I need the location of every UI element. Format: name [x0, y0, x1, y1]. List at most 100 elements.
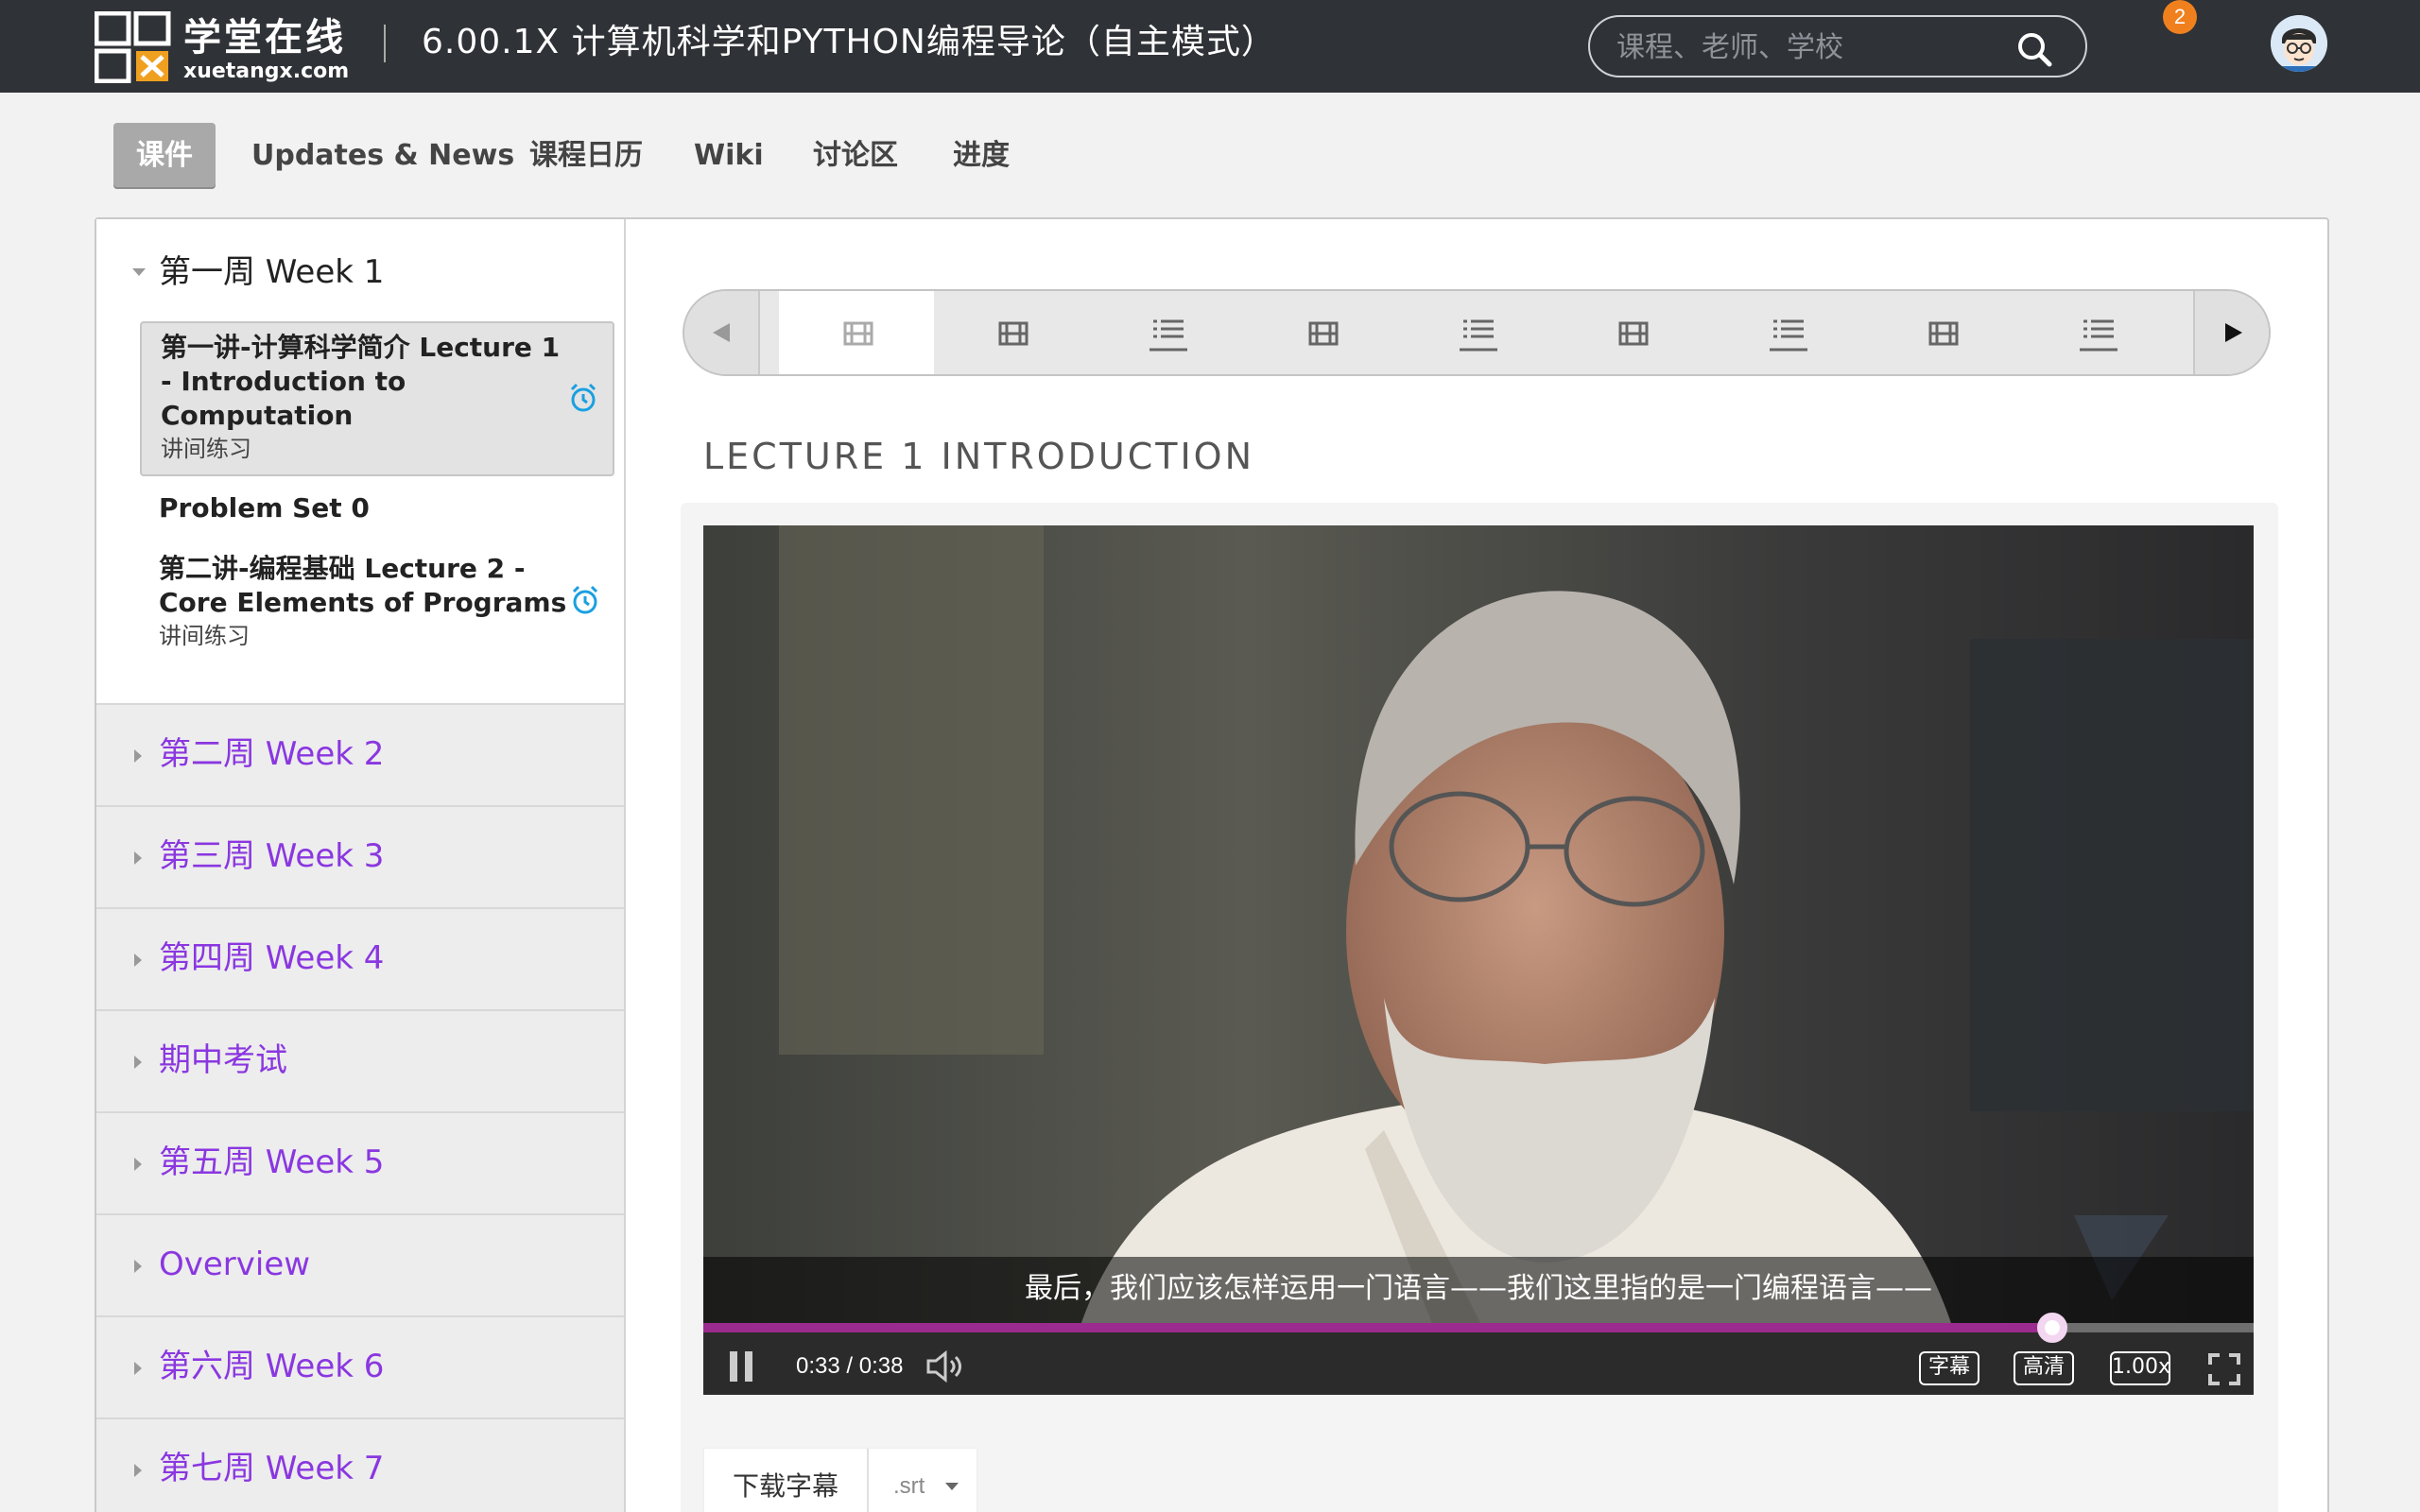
tab-course-calendar[interactable]: 课程日历 — [529, 123, 643, 189]
list-icon — [2080, 319, 2118, 352]
user-avatar[interactable] — [2271, 15, 2327, 72]
video-container: 最后，我们应该怎样运用一门语言——我们这里指的是一门编程语言—— 0:33 / … — [681, 503, 2278, 1512]
course-frame: 第一周 Week 1 第一讲-计算科学简介 Lecture 1 - Introd… — [95, 217, 2329, 1512]
sequence-unit-tab[interactable] — [779, 291, 934, 374]
sequence-unit-tab[interactable] — [1399, 291, 1554, 374]
week-item[interactable]: 第五周 Week 5 — [96, 1111, 624, 1213]
video-controls: 0:33 / 0:38 字幕 高清 1.00x — [703, 1313, 2254, 1395]
header-divider — [384, 25, 386, 62]
sequence-unit-tab[interactable] — [934, 291, 1089, 374]
sequence-unit-tab[interactable] — [1709, 291, 1864, 374]
week-item[interactable]: 第三周 Week 3 — [96, 805, 624, 907]
previous-unit-button[interactable] — [684, 291, 760, 374]
tab-wiki[interactable]: Wiki — [694, 123, 764, 189]
notification-bell-icon[interactable] — [2161, 28, 2199, 66]
week-item[interactable]: 第四周 Week 4 — [96, 907, 624, 1009]
week-label: 第三周 Week 3 — [159, 837, 385, 875]
week-label: 第四周 Week 4 — [159, 939, 385, 977]
lesson-title-line: 第二讲-编程基础 Lecture 2 - — [159, 553, 526, 584]
video-time: 0:33 / 0:38 — [796, 1353, 904, 1379]
avatar-face-icon — [2271, 15, 2327, 72]
captions-button[interactable]: 字幕 — [1919, 1351, 1979, 1385]
expand-arrow-icon — [134, 1464, 142, 1477]
expand-arrow-icon — [134, 1260, 142, 1273]
lesson-title-line: Problem Set 0 — [159, 492, 370, 524]
week-label: 第六周 Week 6 — [159, 1348, 385, 1385]
transcript-format-select[interactable]: .srt — [893, 1469, 925, 1503]
expand-arrow-icon — [134, 1056, 142, 1069]
video-icon — [1928, 321, 1959, 346]
expand-arrow-icon — [134, 749, 142, 763]
chevron-down-icon[interactable] — [944, 1481, 959, 1492]
week-label: 期中考试 — [159, 1041, 287, 1079]
quality-button[interactable]: 高清 — [2014, 1351, 2074, 1385]
video-icon — [998, 321, 1028, 346]
sequence-navigation — [683, 289, 2271, 376]
tab-courseware[interactable]: 课件 — [113, 123, 216, 189]
expand-arrow-icon — [134, 1362, 142, 1375]
week-item[interactable]: 第六周 Week 6 — [96, 1315, 624, 1418]
week-item[interactable]: 期中考试 — [96, 1009, 624, 1111]
video-icon — [1618, 321, 1649, 346]
lesson-title-line: Computation — [161, 400, 354, 431]
week-label: Overview — [159, 1246, 311, 1283]
lesson-subtitle: 讲间练习 — [159, 623, 250, 649]
collapse-arrow-icon[interactable] — [132, 268, 146, 276]
list-icon — [1460, 319, 1497, 352]
expand-arrow-icon — [134, 851, 142, 865]
lesson-title-line: Core Elements of Programs — [159, 587, 567, 618]
logo-text: 学堂在线 — [183, 16, 346, 60]
video-player[interactable]: 最后，我们应该怎样运用一门语言——我们这里指的是一门编程语言—— 0:33 / … — [703, 525, 2254, 1395]
tab-discussion[interactable]: 讨论区 — [813, 123, 898, 189]
lesson-title-line: - Introduction to — [161, 366, 406, 397]
tab-progress[interactable]: 进度 — [953, 123, 1010, 189]
sequence-unit-tab[interactable] — [1864, 291, 2019, 374]
expand-arrow-icon — [134, 954, 142, 967]
week1-title[interactable]: 第一周 Week 1 — [159, 251, 384, 293]
logo-mark-icon — [95, 11, 171, 83]
playback-speed-button[interactable]: 1.00x — [2110, 1351, 2170, 1385]
search-icon[interactable] — [2014, 28, 2055, 70]
week-item[interactable]: 第二周 Week 2 — [96, 703, 624, 805]
expand-arrow-icon — [134, 1158, 142, 1171]
lesson-item[interactable]: 第二讲-编程基础 Lecture 2 - Core Elements of Pr… — [140, 546, 614, 660]
course-outline-sidebar: 第一周 Week 1 第一讲-计算科学简介 Lecture 1 - Introd… — [96, 219, 626, 1512]
fullscreen-icon[interactable] — [2208, 1353, 2240, 1385]
search-box[interactable] — [1588, 15, 2087, 77]
arrow-right-icon — [2225, 323, 2242, 342]
video-progress-handle[interactable] — [2036, 1313, 2067, 1343]
lesson-subtitle: 讲间练习 — [161, 436, 251, 462]
download-transcript: 下载字幕 .srt — [703, 1448, 977, 1512]
lesson-item-active[interactable]: 第一讲-计算科学简介 Lecture 1 - Introduction to C… — [140, 321, 614, 476]
subtitle-text: 最后，我们应该怎样运用一门语言——我们这里指的是一门编程语言—— — [1025, 1272, 1932, 1305]
video-progress-bar[interactable] — [703, 1313, 2254, 1343]
video-progress-fill — [703, 1323, 2052, 1332]
week-section-expanded: 第一周 Week 1 第一讲-计算科学简介 Lecture 1 - Introd… — [96, 219, 624, 703]
course-title: 6.00.1X 计算机科学和PYTHON编程导论（自主模式） — [422, 23, 1276, 61]
subtitle-overlay: 最后，我们应该怎样运用一门语言——我们这里指的是一门编程语言—— — [703, 1257, 2254, 1323]
top-header: 学堂在线 xuetangx.com 6.00.1X 计算机科学和PYTHON编程… — [0, 0, 2420, 93]
volume-icon[interactable] — [925, 1349, 962, 1383]
sequence-unit-tab[interactable] — [1244, 291, 1399, 374]
week-label: 第二周 Week 2 — [159, 735, 385, 773]
week-label: 第七周 Week 7 — [159, 1450, 385, 1487]
next-unit-button[interactable] — [2193, 291, 2269, 374]
pause-icon[interactable] — [728, 1349, 756, 1383]
unit-title: LECTURE 1 INTRODUCTION — [703, 436, 1255, 477]
download-transcript-button[interactable]: 下载字幕 — [733, 1468, 838, 1505]
search-input[interactable] — [1616, 28, 2014, 66]
week-label: 第五周 Week 5 — [159, 1143, 385, 1181]
week-item[interactable]: Overview — [96, 1213, 624, 1315]
sequence-unit-tab[interactable] — [2019, 291, 2174, 374]
tab-updates-news[interactable]: Updates & News — [251, 123, 514, 189]
alarm-clock-icon — [570, 383, 596, 412]
site-logo[interactable]: 学堂在线 xuetangx.com — [95, 11, 359, 83]
sequence-unit-tab[interactable] — [1554, 291, 1709, 374]
notification-badge[interactable]: 2 — [2163, 0, 2197, 34]
divider — [867, 1449, 869, 1512]
lesson-item[interactable]: Problem Set 0 — [140, 486, 614, 533]
sequence-unit-tab[interactable] — [1089, 291, 1244, 374]
list-icon — [1770, 319, 1807, 352]
week-item[interactable]: 第七周 Week 7 — [96, 1418, 624, 1512]
video-icon — [843, 321, 873, 346]
